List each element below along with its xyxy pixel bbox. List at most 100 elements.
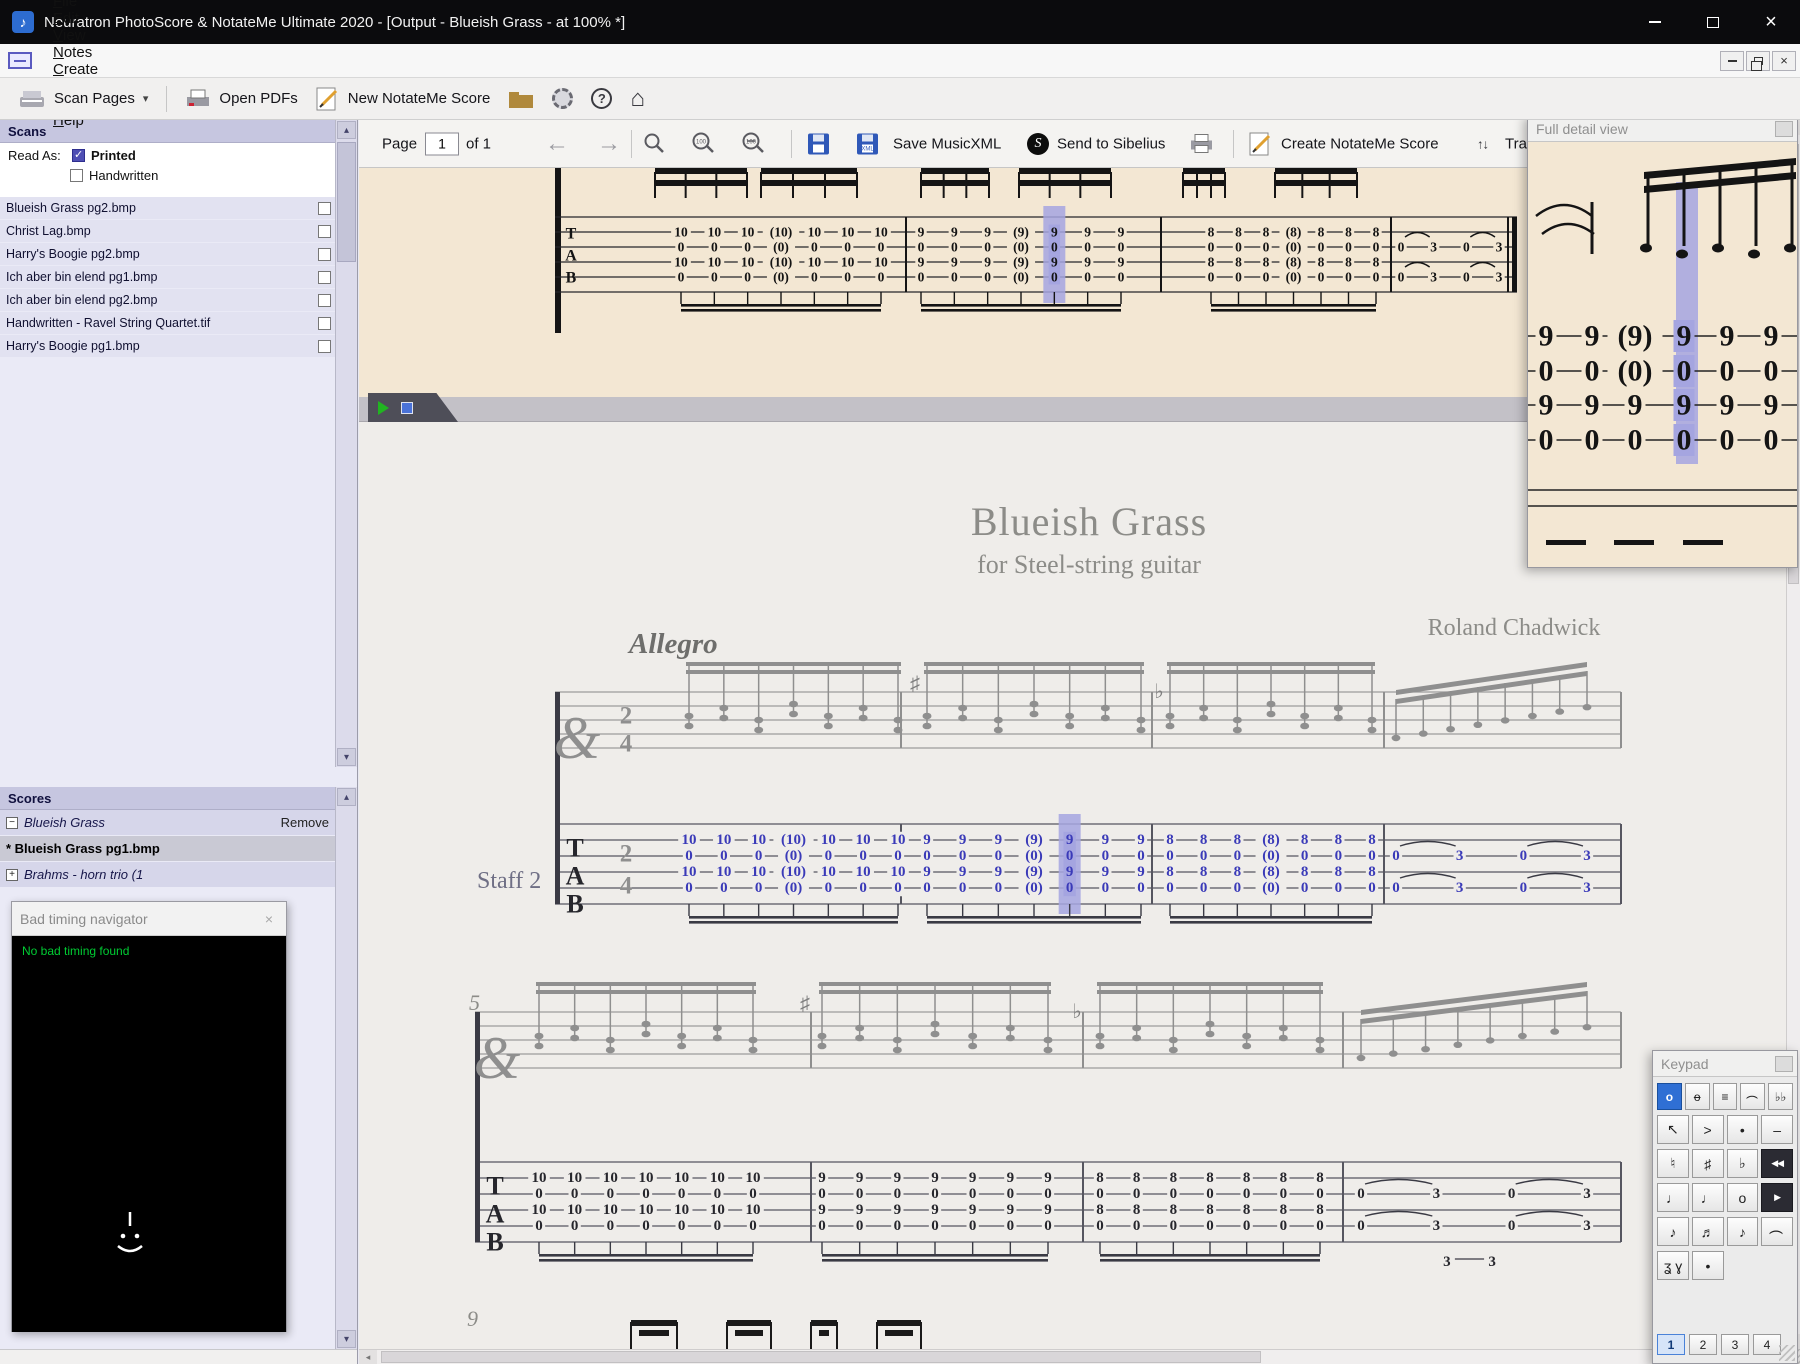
keypad-beam-lines-button[interactable]: ≡	[1712, 1083, 1738, 1110]
keypad-tenuto-button[interactable]: –	[1761, 1115, 1793, 1144]
scan-file-row[interactable]: Ich aber bin elend pg1.bmp	[0, 266, 335, 288]
menu-create[interactable]: Create	[42, 61, 117, 78]
mdi-restore-button[interactable]	[1746, 50, 1770, 71]
keypad-slur-button[interactable]: (	[1761, 1217, 1793, 1246]
keypad-accent-button[interactable]: >	[1691, 1115, 1724, 1144]
scan-file-checkbox[interactable]	[318, 247, 331, 261]
zoom-100-button[interactable]: 100	[691, 132, 717, 156]
scroll-down-icon[interactable]: ▾	[337, 1330, 356, 1348]
scans-scrollbar[interactable]: ▴ ▾	[335, 120, 357, 767]
print-button[interactable]	[1189, 132, 1214, 155]
keypad-sharp-button[interactable]: ♯	[1691, 1149, 1724, 1178]
scan-file-checkbox[interactable]	[318, 293, 331, 307]
page-number-input[interactable]	[425, 132, 459, 155]
score-row[interactable]: + Brahms - horn trio (1	[0, 862, 335, 887]
scan-file-checkbox[interactable]	[318, 270, 331, 284]
transpose-label[interactable]: Tra	[1505, 135, 1527, 152]
keypad-whole-note-button[interactable]: o	[1657, 1083, 1682, 1110]
menu-edit[interactable]: Edit	[42, 10, 117, 27]
mdi-close-button[interactable]: ×	[1772, 50, 1796, 71]
mdi-minimize-button[interactable]	[1720, 50, 1744, 71]
keypad-double-flat-button[interactable]: ♭♭	[1768, 1083, 1793, 1110]
keypad-eighth-note-2-button[interactable]: ♪	[1726, 1217, 1759, 1246]
keypad-natural-button[interactable]: ♮	[1657, 1149, 1689, 1178]
keypad-tab-4[interactable]: 4	[1753, 1334, 1781, 1355]
send-sibelius-label[interactable]: Send to Sibelius	[1057, 135, 1165, 152]
keypad-tab-1[interactable]: 1	[1657, 1334, 1685, 1355]
scan-file-row[interactable]: Harry's Boogie pg1.bmp	[0, 335, 335, 357]
score-row[interactable]: * Blueish Grass pg1.bmp	[0, 836, 335, 861]
save-button[interactable]	[807, 132, 830, 155]
keypad-sixteenth-note-button[interactable]: ♬	[1691, 1217, 1724, 1246]
keypad-quarter-note-2-button[interactable]: ♩	[1691, 1183, 1724, 1212]
back-arrow-icon[interactable]: ←	[545, 131, 569, 156]
keypad-tab-3[interactable]: 3	[1721, 1334, 1749, 1355]
menu-notes[interactable]: Notes	[42, 44, 117, 61]
score-row[interactable]: − Blueish Grass Remove	[0, 810, 335, 835]
scan-file-checkbox[interactable]	[318, 224, 331, 238]
bad-timing-header[interactable]: Bad timing navigator ×	[12, 902, 286, 936]
open-pdfs-button[interactable]: Open PDFs	[185, 88, 298, 110]
scan-file-checkbox[interactable]	[318, 316, 331, 330]
scan-file-row[interactable]: Harry's Boogie pg2.bmp	[0, 243, 335, 265]
settings-button[interactable]	[552, 88, 574, 109]
scroll-left-icon[interactable]: ◂	[359, 1350, 377, 1364]
keypad-pointer-button[interactable]: ↖	[1657, 1115, 1689, 1144]
keypad-header[interactable]: Keypad	[1653, 1051, 1797, 1077]
zoom-out-button[interactable]: 100	[741, 132, 767, 156]
keypad-play-button[interactable]: ▶	[1761, 1183, 1793, 1212]
close-icon[interactable]	[1775, 120, 1793, 137]
new-notateme-button[interactable]: New NotateMe Score	[316, 87, 490, 111]
zoom-tool-button[interactable]	[643, 132, 667, 156]
horizontal-scrollbar-thumb[interactable]	[381, 1351, 1261, 1363]
maximize-button[interactable]	[1684, 0, 1742, 44]
scan-file-row[interactable]: Blueish Grass pg2.bmp	[0, 197, 335, 219]
home-button[interactable]: ⌂	[630, 86, 645, 111]
keypad-staccato-button[interactable]: •	[1726, 1115, 1759, 1144]
scan-file-row[interactable]: Ich aber bin elend pg2.bmp	[0, 289, 335, 311]
sibelius-button[interactable]: S	[1027, 132, 1049, 155]
expand-icon[interactable]: +	[6, 868, 18, 881]
minimize-button[interactable]	[1626, 0, 1684, 44]
collapse-icon[interactable]: −	[6, 816, 18, 829]
scan-pages-button[interactable]: Scan Pages ▾	[18, 88, 148, 110]
horizontal-scrollbar[interactable]: ◂ ▸	[359, 1349, 1786, 1364]
create-notateme-button[interactable]	[1249, 132, 1273, 156]
keypad-rewind-button[interactable]: ◀◀	[1761, 1149, 1793, 1178]
forward-arrow-icon[interactable]: →	[597, 131, 621, 156]
help-button[interactable]: ?	[591, 88, 613, 109]
keypad-eighth-note-button[interactable]: ♪	[1657, 1217, 1689, 1246]
keypad-half-note-button[interactable]: o	[1684, 1083, 1710, 1110]
keypad-quarter-note-button[interactable]: ♩	[1657, 1183, 1689, 1212]
scores-scrollbar[interactable]: ▴ ▾	[335, 787, 357, 1349]
close-button[interactable]: ×	[1742, 0, 1800, 44]
keypad-rests-button[interactable]: ʓ ɣ	[1657, 1251, 1689, 1280]
handwritten-checkbox[interactable]	[70, 169, 83, 182]
menu-file[interactable]: File	[42, 0, 117, 10]
play-icon[interactable]	[378, 400, 389, 415]
scroll-up-icon[interactable]: ▴	[337, 121, 356, 139]
scan-file-row[interactable]: Christ Lag.bmp	[0, 220, 335, 242]
keypad-tab-2[interactable]: 2	[1689, 1334, 1717, 1355]
scan-file-checkbox[interactable]	[318, 201, 331, 215]
close-icon[interactable]	[1775, 1055, 1793, 1072]
keypad-rhythm-dot-button[interactable]: •	[1692, 1251, 1724, 1280]
transpose-icon[interactable]: ↑↓	[1477, 136, 1489, 151]
save-musicxml-button[interactable]: XML	[856, 132, 879, 155]
keypad-tie-over-line-button[interactable]: (	[1740, 1083, 1766, 1110]
stop-icon[interactable]	[401, 401, 413, 414]
save-musicxml-label[interactable]: Save MusicXML	[893, 135, 1001, 152]
scroll-down-icon[interactable]: ▾	[337, 748, 356, 766]
open-folder-button[interactable]	[508, 89, 534, 109]
scan-file-row[interactable]: Handwritten - Ravel String Quartet.tif	[0, 312, 335, 334]
menu-view[interactable]: View	[42, 27, 117, 44]
scans-scrollbar-thumb[interactable]	[337, 142, 356, 262]
create-notateme-label[interactable]: Create NotateMe Score	[1281, 135, 1439, 152]
close-icon[interactable]: ×	[260, 911, 278, 927]
keypad-whole-note-2-button[interactable]: o	[1726, 1183, 1759, 1212]
scroll-up-icon[interactable]: ▴	[337, 788, 356, 806]
keypad-flat-button[interactable]: ♭	[1726, 1149, 1759, 1178]
scan-file-checkbox[interactable]	[318, 339, 331, 353]
printed-checkbox[interactable]	[72, 148, 85, 162]
remove-link[interactable]: Remove	[281, 815, 329, 830]
